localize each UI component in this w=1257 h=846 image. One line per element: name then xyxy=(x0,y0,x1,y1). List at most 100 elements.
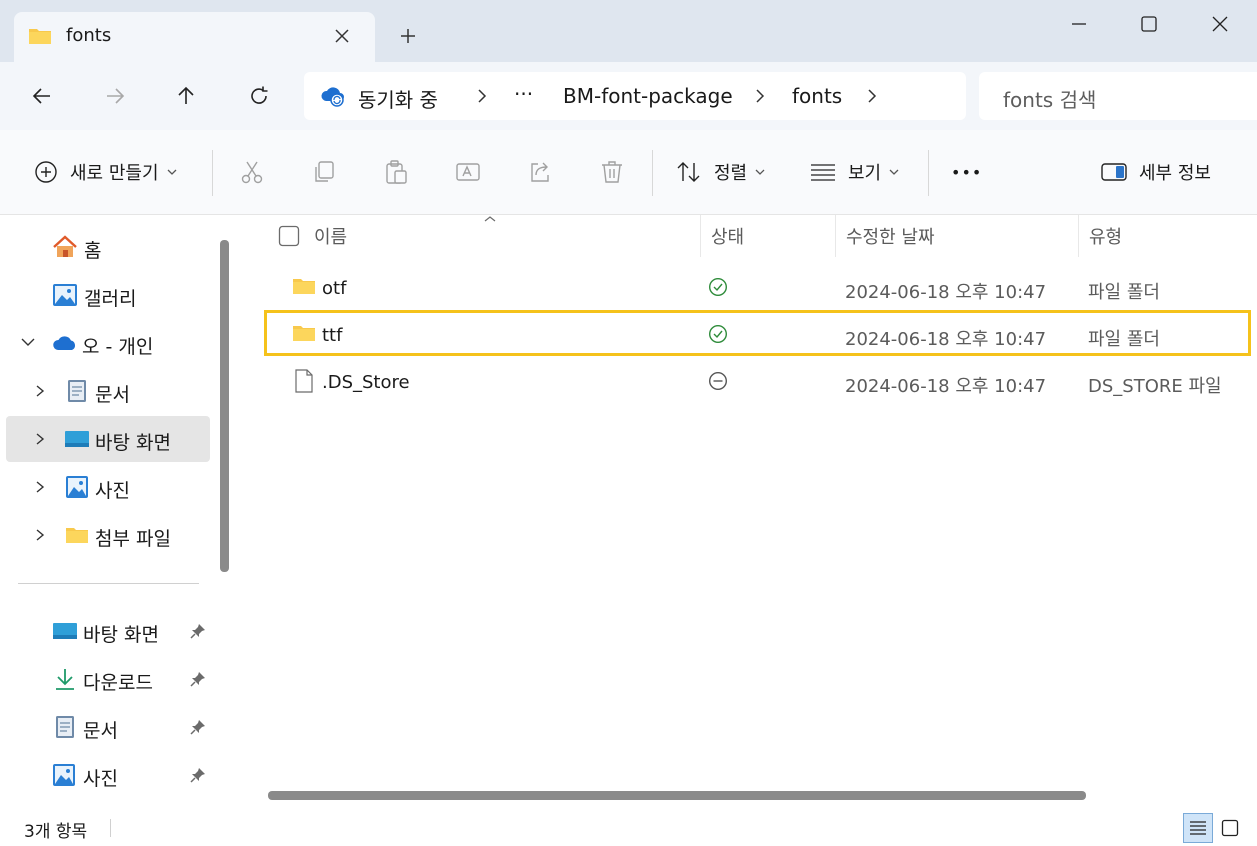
chevron-right-icon[interactable] xyxy=(34,432,46,446)
table-row[interactable]: otf 2024-06-18 오후 10:47 파일 폴더 xyxy=(264,265,1254,311)
sidebar-item-gallery[interactable]: 갤러리 xyxy=(6,272,210,318)
table-row[interactable]: .DS_Store 2024-06-18 오후 10:47 DS_STORE 파… xyxy=(264,359,1254,405)
address-bar[interactable]: 동기화 중 ··· BM-font-package fonts xyxy=(304,72,966,120)
sidebar-item-label: 오 - 개인 xyxy=(82,336,154,358)
share-icon[interactable] xyxy=(527,130,553,214)
navigation-bar: 동기화 중 ··· BM-font-package fonts fonts 검색 xyxy=(0,62,1257,130)
sidebar-item-label: 갤러리 xyxy=(84,288,137,310)
cut-icon[interactable] xyxy=(239,130,265,214)
new-tab-button[interactable] xyxy=(398,26,418,46)
tab-close-icon[interactable] xyxy=(332,26,352,46)
download-icon xyxy=(54,667,76,691)
details-pane-icon xyxy=(1101,162,1127,182)
add-circle-icon xyxy=(34,160,58,184)
chevron-right-icon[interactable] xyxy=(34,384,46,398)
pin-icon[interactable] xyxy=(190,719,206,735)
sidebar-item-desktop[interactable]: 바탕 화면 xyxy=(6,416,210,462)
refresh-icon[interactable] xyxy=(241,78,277,114)
sidebar-item-label: 문서 xyxy=(95,384,130,406)
navigation-pane: 홈 갤러리 오 - 개인 문서 바탕 화면 사진 첨부 파일 바탕 화면 다운로… xyxy=(0,215,218,809)
file-modified: 2024-06-18 오후 10:47 xyxy=(845,376,1047,397)
tab-fonts[interactable]: fonts xyxy=(14,12,375,62)
chevron-right-icon[interactable] xyxy=(34,528,46,542)
copy-icon[interactable] xyxy=(311,130,337,214)
sidebar-item-label: 바탕 화면 xyxy=(83,624,159,646)
sidebar-item-documents[interactable]: 문서 xyxy=(6,368,210,414)
breadcrumb-segment[interactable]: fonts xyxy=(792,84,842,108)
sidebar-item-home[interactable]: 홈 xyxy=(6,224,210,270)
chevron-right-icon[interactable] xyxy=(754,88,766,104)
folder-icon xyxy=(28,26,52,46)
sort-label: 정렬 xyxy=(714,163,748,184)
delete-icon[interactable] xyxy=(599,130,625,214)
details-view-button[interactable] xyxy=(1183,813,1213,843)
details-view-icon xyxy=(1189,820,1207,836)
quick-access-downloads[interactable]: 다운로드 xyxy=(6,656,210,702)
search-input[interactable]: fonts 검색 xyxy=(979,72,1257,120)
minimize-icon[interactable] xyxy=(1058,10,1100,38)
sidebar-item-label: 바탕 화면 xyxy=(95,432,171,454)
paste-icon[interactable] xyxy=(383,130,409,214)
pin-icon[interactable] xyxy=(190,671,206,687)
title-bar: fonts xyxy=(0,0,1257,62)
up-arrow-icon[interactable] xyxy=(168,78,204,114)
new-button[interactable]: 새로 만들기 xyxy=(34,130,177,214)
sync-status[interactable]: 동기화 중 xyxy=(358,84,438,113)
column-header-modified[interactable]: 수정한 날짜 xyxy=(846,223,935,249)
sidebar-item-label: 문서 xyxy=(83,720,118,742)
large-icons-view-button[interactable] xyxy=(1215,813,1245,843)
details-pane-button[interactable]: 세부 정보 xyxy=(1101,130,1211,214)
pin-icon[interactable] xyxy=(190,767,206,783)
sort-ascending-icon xyxy=(483,215,497,223)
chevron-right-icon[interactable] xyxy=(34,480,46,494)
sidebar-item-pictures[interactable]: 사진 xyxy=(6,464,210,510)
file-name: otf xyxy=(322,278,347,299)
column-divider[interactable] xyxy=(835,215,836,257)
column-header-type[interactable]: 유형 xyxy=(1089,223,1122,249)
horizontal-scrollbar[interactable] xyxy=(268,791,1086,800)
quick-access-documents[interactable]: 문서 xyxy=(6,704,210,750)
file-name: ttf xyxy=(322,325,343,346)
gallery-icon xyxy=(52,283,78,307)
file-type: 파일 폴더 xyxy=(1088,329,1160,350)
column-header-name[interactable]: 이름 xyxy=(314,223,347,249)
table-row[interactable]: ttf 2024-06-18 오후 10:47 파일 폴더 xyxy=(264,312,1254,358)
column-header-status[interactable]: 상태 xyxy=(711,223,744,249)
close-icon[interactable] xyxy=(1199,10,1241,38)
maximize-icon[interactable] xyxy=(1128,10,1170,38)
sidebar-item-onedrive[interactable]: 오 - 개인 xyxy=(6,320,210,366)
list-view-icon xyxy=(810,162,836,182)
synced-check-icon xyxy=(708,277,728,297)
sidebar-scrollbar[interactable] xyxy=(220,240,229,572)
sort-button[interactable]: 정렬 xyxy=(676,130,765,214)
chevron-right-icon[interactable] xyxy=(866,88,878,104)
rename-icon[interactable] xyxy=(455,130,481,214)
divider xyxy=(212,150,213,196)
chevron-down-icon xyxy=(755,168,765,176)
select-all-checkbox[interactable] xyxy=(278,225,300,247)
breadcrumb-overflow[interactable]: ··· xyxy=(514,82,533,106)
pictures-icon xyxy=(52,763,76,787)
forward-arrow-icon[interactable] xyxy=(97,78,133,114)
chevron-down-icon xyxy=(167,168,177,176)
file-modified: 2024-06-18 오후 10:47 xyxy=(845,329,1047,350)
breadcrumb-segment[interactable]: BM-font-package xyxy=(563,84,733,108)
sidebar-item-attachments[interactable]: 첨부 파일 xyxy=(6,512,210,558)
file-list: 이름 상태 수정한 날짜 유형 otf 2024-06-18 오후 10:47 … xyxy=(240,215,1257,809)
view-button[interactable]: 보기 xyxy=(810,130,899,214)
quick-access-desktop[interactable]: 바탕 화면 xyxy=(6,608,210,654)
divider xyxy=(18,583,199,584)
pin-icon[interactable] xyxy=(190,623,206,639)
sync-cloud-icon xyxy=(320,85,346,107)
divider xyxy=(652,150,653,196)
new-label: 새로 만들기 xyxy=(70,163,159,184)
back-arrow-icon[interactable] xyxy=(24,78,60,114)
more-options-button[interactable]: ••• xyxy=(951,130,982,214)
chevron-down-icon[interactable] xyxy=(20,336,36,348)
onedrive-icon xyxy=(52,334,78,352)
column-divider[interactable] xyxy=(700,215,701,257)
chevron-right-icon[interactable] xyxy=(476,88,488,104)
excluded-status-icon xyxy=(708,371,728,391)
column-divider[interactable] xyxy=(1078,215,1079,257)
quick-access-pictures[interactable]: 사진 xyxy=(6,752,210,798)
